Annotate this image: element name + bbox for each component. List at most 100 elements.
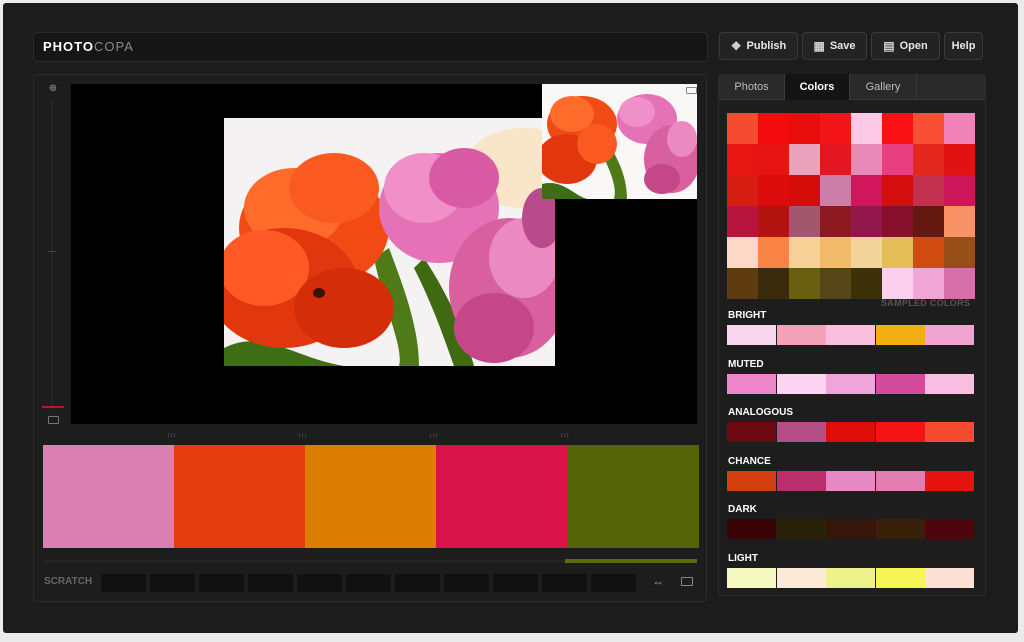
sampled-color-swatch[interactable] — [727, 268, 758, 299]
sampled-color-swatch[interactable] — [789, 206, 820, 237]
palette-divider-handle[interactable]: ↕↕↕ — [298, 433, 307, 439]
sampled-color-swatch[interactable] — [882, 237, 913, 268]
sampled-color-swatch[interactable] — [851, 144, 882, 175]
sampled-color-swatch[interactable] — [882, 144, 913, 175]
sampled-color-swatch[interactable] — [820, 175, 851, 206]
harmony-swatch[interactable] — [875, 568, 925, 588]
sampled-color-swatch[interactable] — [944, 268, 975, 299]
palette-swatch[interactable] — [305, 445, 436, 548]
scratch-options-icon[interactable] — [681, 577, 693, 586]
sampled-color-swatch[interactable] — [913, 113, 944, 144]
harmony-swatch[interactable] — [925, 470, 975, 491]
harmony-swatch[interactable] — [875, 470, 925, 491]
photo-main[interactable] — [224, 118, 555, 366]
sampled-color-swatch[interactable] — [913, 237, 944, 268]
harmony-swatch[interactable] — [925, 422, 975, 443]
palette-divider-handle[interactable]: ↕↕↕ — [560, 433, 569, 439]
sampled-color-swatch[interactable] — [913, 268, 944, 299]
palette-divider-handle[interactable]: ↕↕↕ — [167, 433, 176, 439]
sampled-color-swatch[interactable] — [882, 113, 913, 144]
scratch-slot[interactable] — [100, 573, 147, 593]
sampled-color-swatch[interactable] — [820, 206, 851, 237]
sampled-color-swatch[interactable] — [944, 237, 975, 268]
sampled-color-swatch[interactable] — [727, 206, 758, 237]
harmony-swatch[interactable] — [727, 422, 776, 443]
tab-colors[interactable]: Colors — [785, 74, 850, 100]
palette-divider-handle[interactable]: ↕↕↕ — [429, 433, 438, 439]
tab-photos[interactable]: Photos — [719, 74, 785, 100]
sampled-color-swatch[interactable] — [789, 175, 820, 206]
sampled-color-swatch[interactable] — [727, 175, 758, 206]
publish-button[interactable]: ❖ Publish — [719, 32, 798, 60]
harmony-swatch[interactable] — [727, 519, 776, 540]
harmony-swatch[interactable] — [875, 325, 925, 345]
harmony-swatch[interactable] — [727, 470, 776, 491]
sampled-color-swatch[interactable] — [913, 175, 944, 206]
sampled-color-swatch[interactable] — [882, 175, 913, 206]
open-button[interactable]: ▤ Open — [871, 32, 940, 60]
sampled-color-swatch[interactable] — [758, 268, 789, 299]
harmony-swatch[interactable] — [925, 519, 975, 540]
palette-swatch[interactable] — [43, 445, 174, 548]
sampled-color-swatch[interactable] — [851, 175, 882, 206]
sampled-color-swatch[interactable] — [820, 144, 851, 175]
sampled-color-swatch[interactable] — [944, 175, 975, 206]
sampled-color-swatch[interactable] — [851, 237, 882, 268]
save-button[interactable]: ▦ Save — [802, 32, 867, 60]
harmony-swatch[interactable] — [776, 422, 826, 443]
harmony-swatch[interactable] — [826, 470, 876, 491]
help-button[interactable]: Help — [944, 32, 983, 60]
sampled-color-swatch[interactable] — [944, 206, 975, 237]
sampled-color-swatch[interactable] — [727, 113, 758, 144]
palette-swatch[interactable] — [174, 445, 305, 548]
harmony-swatch[interactable] — [875, 373, 925, 394]
sampled-color-swatch[interactable] — [789, 268, 820, 299]
sampled-color-swatch[interactable] — [913, 144, 944, 175]
scratch-slot[interactable] — [296, 573, 343, 593]
harmony-swatch[interactable] — [925, 325, 975, 345]
palette-swatch[interactable] — [436, 445, 567, 548]
sampled-color-swatch[interactable] — [789, 113, 820, 144]
sampled-color-swatch[interactable] — [944, 113, 975, 144]
palette-scrollbar-thumb[interactable] — [565, 559, 697, 563]
sampled-color-swatch[interactable] — [851, 113, 882, 144]
harmony-swatch[interactable] — [826, 325, 876, 345]
sampled-color-swatch[interactable] — [727, 237, 758, 268]
sampled-color-swatch[interactable] — [758, 175, 789, 206]
harmony-swatch[interactable] — [727, 373, 776, 394]
sampled-color-swatch[interactable] — [758, 113, 789, 144]
harmony-swatch[interactable] — [875, 519, 925, 540]
photo-thumbnail[interactable] — [542, 84, 697, 199]
harmony-swatch[interactable] — [925, 373, 975, 394]
harmony-swatch[interactable] — [776, 568, 826, 588]
scratch-slot[interactable] — [345, 573, 392, 593]
harmony-swatch[interactable] — [925, 568, 975, 588]
swap-arrows-icon[interactable]: ⇔ — [652, 575, 664, 589]
harmony-swatch[interactable] — [826, 422, 876, 443]
zoom-reset-icon[interactable]: ⊕ — [47, 83, 59, 95]
scratch-slot[interactable] — [590, 573, 637, 593]
harmony-swatch[interactable] — [776, 519, 826, 540]
sampled-color-swatch[interactable] — [820, 113, 851, 144]
harmony-swatch[interactable] — [776, 325, 826, 345]
scratch-slot[interactable] — [149, 573, 196, 593]
scratch-slot[interactable] — [247, 573, 294, 593]
zoom-slider-handle[interactable] — [42, 406, 64, 408]
harmony-swatch[interactable] — [826, 519, 876, 540]
fit-view-icon[interactable] — [48, 416, 59, 424]
harmony-swatch[interactable] — [826, 568, 876, 588]
scratch-slot[interactable] — [394, 573, 441, 593]
harmony-swatch[interactable] — [826, 373, 876, 394]
scratch-slot[interactable] — [443, 573, 490, 593]
sampled-color-swatch[interactable] — [882, 268, 913, 299]
sampled-color-swatch[interactable] — [882, 206, 913, 237]
sampled-color-swatch[interactable] — [820, 268, 851, 299]
sampled-color-swatch[interactable] — [758, 237, 789, 268]
harmony-swatch[interactable] — [875, 422, 925, 443]
sampled-color-swatch[interactable] — [789, 237, 820, 268]
sampled-color-swatch[interactable] — [851, 206, 882, 237]
sampled-color-swatch[interactable] — [851, 268, 882, 299]
tab-gallery[interactable]: Gallery — [850, 74, 917, 100]
scratch-slot[interactable] — [198, 573, 245, 593]
harmony-swatch[interactable] — [776, 470, 826, 491]
